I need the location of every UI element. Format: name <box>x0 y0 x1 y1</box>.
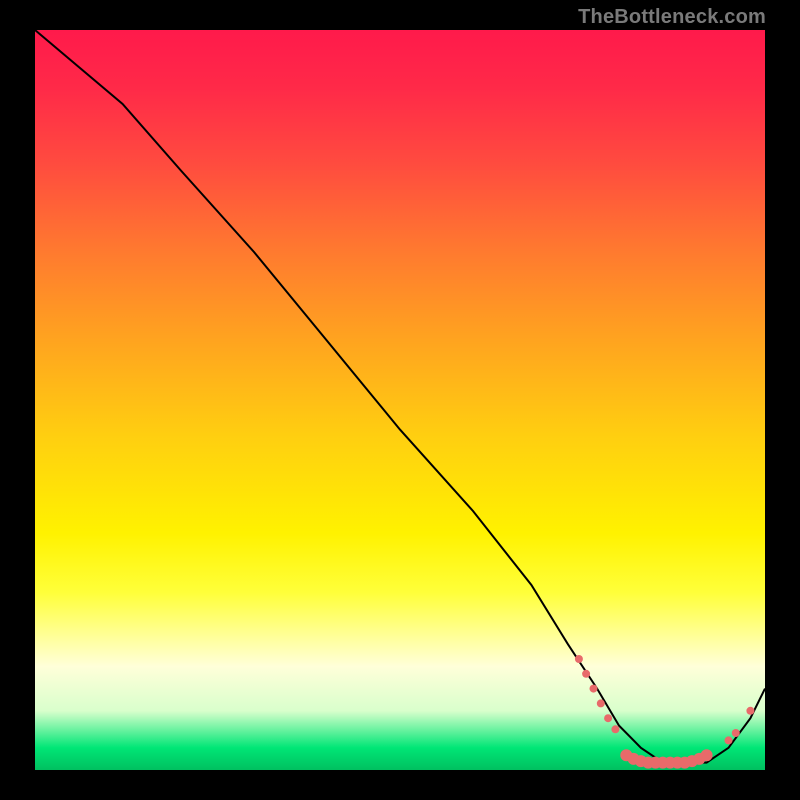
highlight-point <box>732 729 740 737</box>
highlight-point <box>590 685 598 693</box>
highlight-point <box>582 670 590 678</box>
curve-layer <box>35 30 765 770</box>
highlight-point <box>701 749 713 761</box>
highlight-points-group <box>575 655 755 769</box>
watermark-text: TheBottleneck.com <box>578 6 766 29</box>
bottleneck-curve-path <box>35 30 765 763</box>
highlight-point <box>597 699 605 707</box>
highlight-point <box>604 714 612 722</box>
highlight-point <box>746 707 754 715</box>
highlight-point <box>725 736 733 744</box>
highlight-point <box>575 655 583 663</box>
chart-stage: TheBottleneck.com <box>0 0 800 800</box>
plot-area <box>35 30 765 770</box>
highlight-point <box>611 725 619 733</box>
